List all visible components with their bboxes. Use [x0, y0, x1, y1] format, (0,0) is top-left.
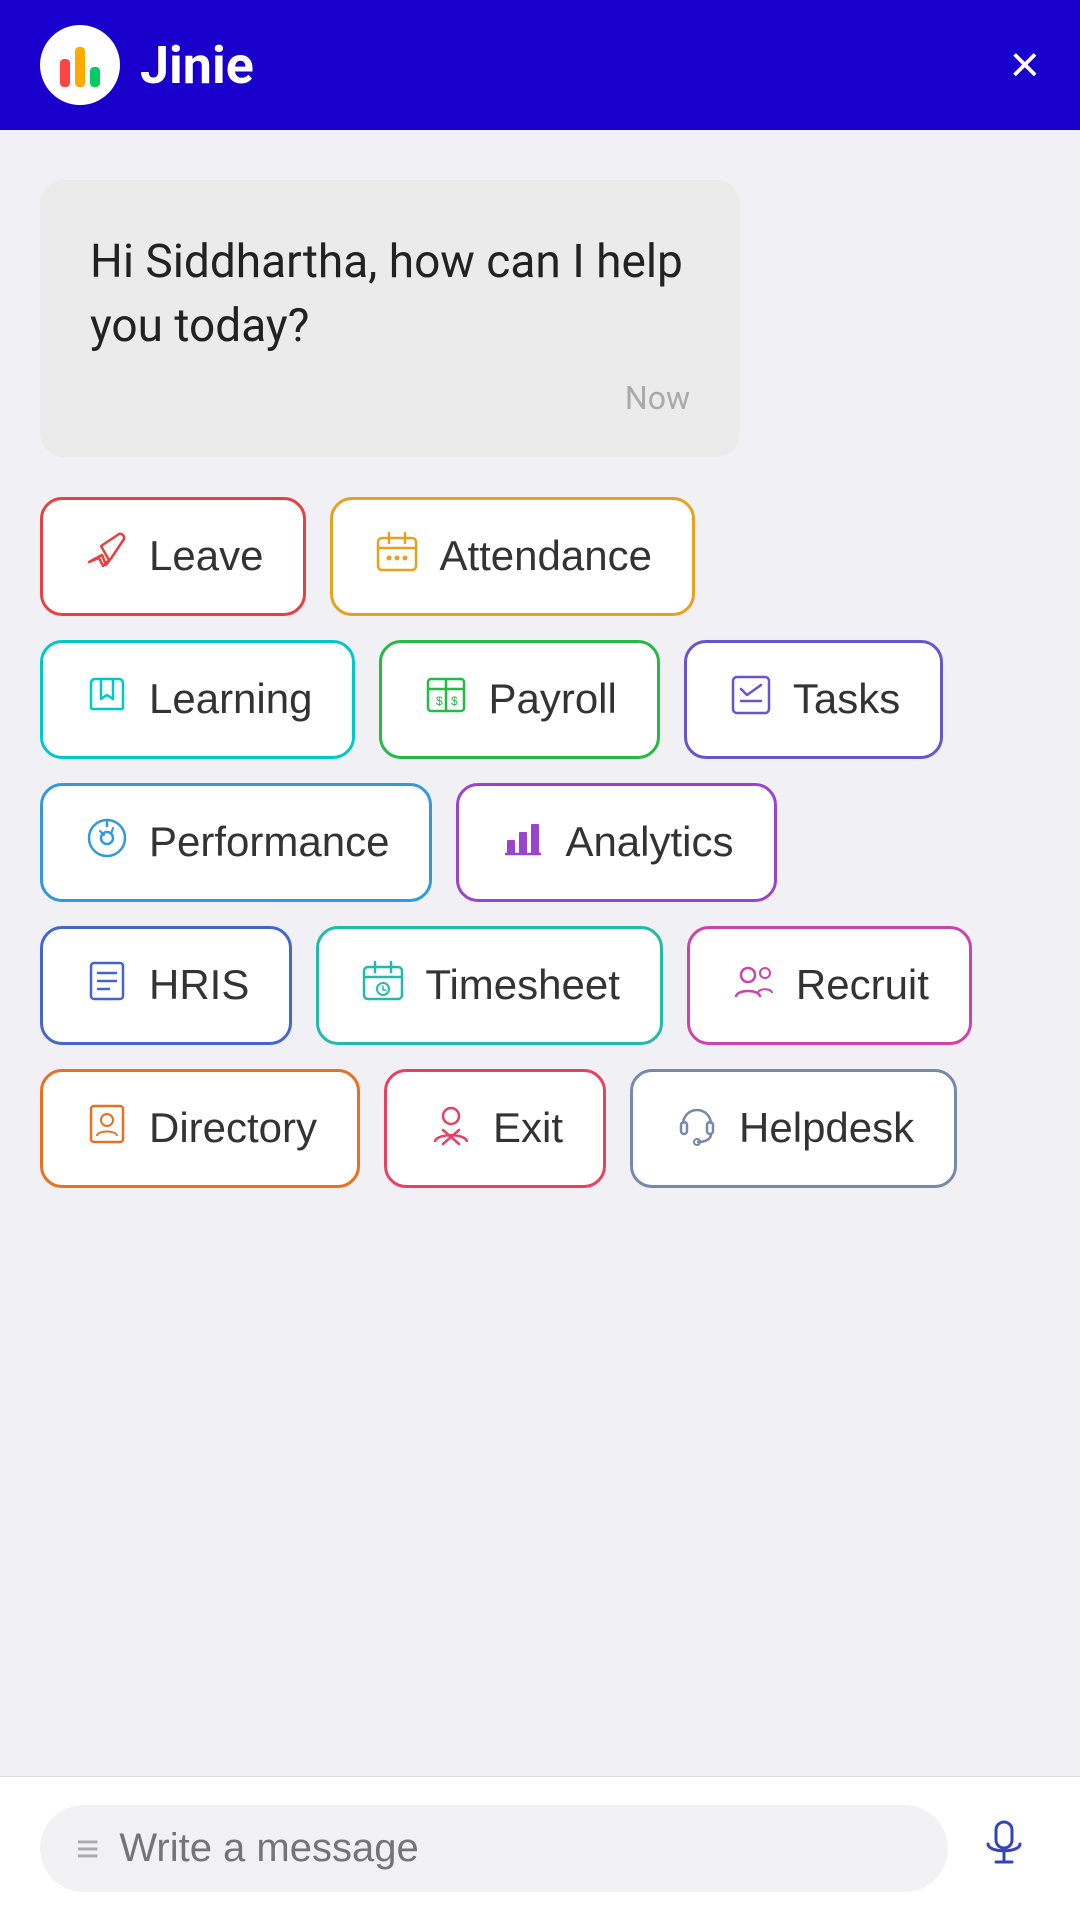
directory-label: Directory: [149, 1104, 317, 1152]
header-logo-group: Jinie: [40, 25, 254, 105]
analytics-icon: [499, 814, 547, 871]
performance-icon: [83, 814, 131, 871]
svg-text:$: $: [451, 694, 458, 708]
analytics-label: Analytics: [565, 818, 733, 866]
tasks-icon: [727, 671, 775, 728]
directory-icon: [83, 1100, 131, 1157]
hris-label: HRIS: [149, 961, 249, 1009]
logo-bar-yellow: [75, 47, 85, 87]
attendance-label: Attendance: [439, 532, 652, 580]
helpdesk-icon: [673, 1100, 721, 1157]
attendance-icon: [373, 528, 421, 585]
bot-message-text: Hi Siddhartha, how can I help you today?: [90, 230, 690, 359]
close-button[interactable]: ×: [1010, 39, 1040, 91]
timesheet-icon: [359, 957, 407, 1014]
recruit-icon: [730, 957, 778, 1014]
performance-button[interactable]: Performance: [40, 783, 432, 902]
analytics-button[interactable]: Analytics: [456, 783, 776, 902]
learning-icon: [83, 671, 131, 728]
app-title: Jinie: [140, 35, 254, 96]
helpdesk-button[interactable]: Helpdesk: [630, 1069, 957, 1188]
leave-icon: [83, 528, 131, 585]
logo-bars: [60, 43, 100, 87]
learning-label: Learning: [149, 675, 312, 723]
timesheet-button[interactable]: Timesheet: [316, 926, 663, 1045]
attendance-button[interactable]: Attendance: [330, 497, 695, 616]
logo-bubble: [40, 25, 120, 105]
buttons-row-5: Directory Exit: [40, 1069, 1040, 1188]
recruit-button[interactable]: Recruit: [687, 926, 972, 1045]
payroll-icon: $ $: [422, 671, 470, 728]
hris-icon: [83, 957, 131, 1014]
directory-button[interactable]: Directory: [40, 1069, 360, 1188]
action-buttons-grid: Leave Attendance: [40, 497, 1040, 1188]
buttons-row-1: Leave Attendance: [40, 497, 1040, 616]
leave-button[interactable]: Leave: [40, 497, 306, 616]
payroll-button[interactable]: $ $ Payroll: [379, 640, 659, 759]
logo-bar-green: [90, 67, 100, 87]
svg-text:$: $: [436, 694, 443, 708]
tasks-button[interactable]: Tasks: [684, 640, 943, 759]
helpdesk-label: Helpdesk: [739, 1104, 914, 1152]
recruit-label: Recruit: [796, 961, 929, 1009]
input-bar: ≡: [0, 1776, 1080, 1920]
buttons-row-4: HRIS Timesheet: [40, 926, 1040, 1045]
performance-label: Performance: [149, 818, 389, 866]
message-timestamp: Now: [90, 379, 690, 417]
bot-message-bubble: Hi Siddhartha, how can I help you today?…: [40, 180, 740, 457]
leave-label: Leave: [149, 532, 263, 580]
buttons-row-2: Learning $ $ Payroll: [40, 640, 1040, 759]
menu-icon: ≡: [76, 1825, 99, 1872]
exit-button[interactable]: Exit: [384, 1069, 606, 1188]
logo-bar-red: [60, 59, 70, 87]
learning-button[interactable]: Learning: [40, 640, 355, 759]
mic-icon: [978, 1822, 1030, 1880]
app-header: Jinie ×: [0, 0, 1080, 130]
tasks-label: Tasks: [793, 675, 900, 723]
mic-button[interactable]: [968, 1806, 1040, 1891]
message-input[interactable]: [119, 1826, 912, 1871]
input-field-wrap: ≡: [40, 1805, 948, 1892]
buttons-row-3: Performance Analytics: [40, 783, 1040, 902]
payroll-label: Payroll: [488, 675, 616, 723]
exit-icon: [427, 1100, 475, 1157]
exit-label: Exit: [493, 1104, 563, 1152]
timesheet-label: Timesheet: [425, 961, 620, 1009]
hris-button[interactable]: HRIS: [40, 926, 292, 1045]
chat-area: Hi Siddhartha, how can I help you today?…: [0, 130, 1080, 1920]
